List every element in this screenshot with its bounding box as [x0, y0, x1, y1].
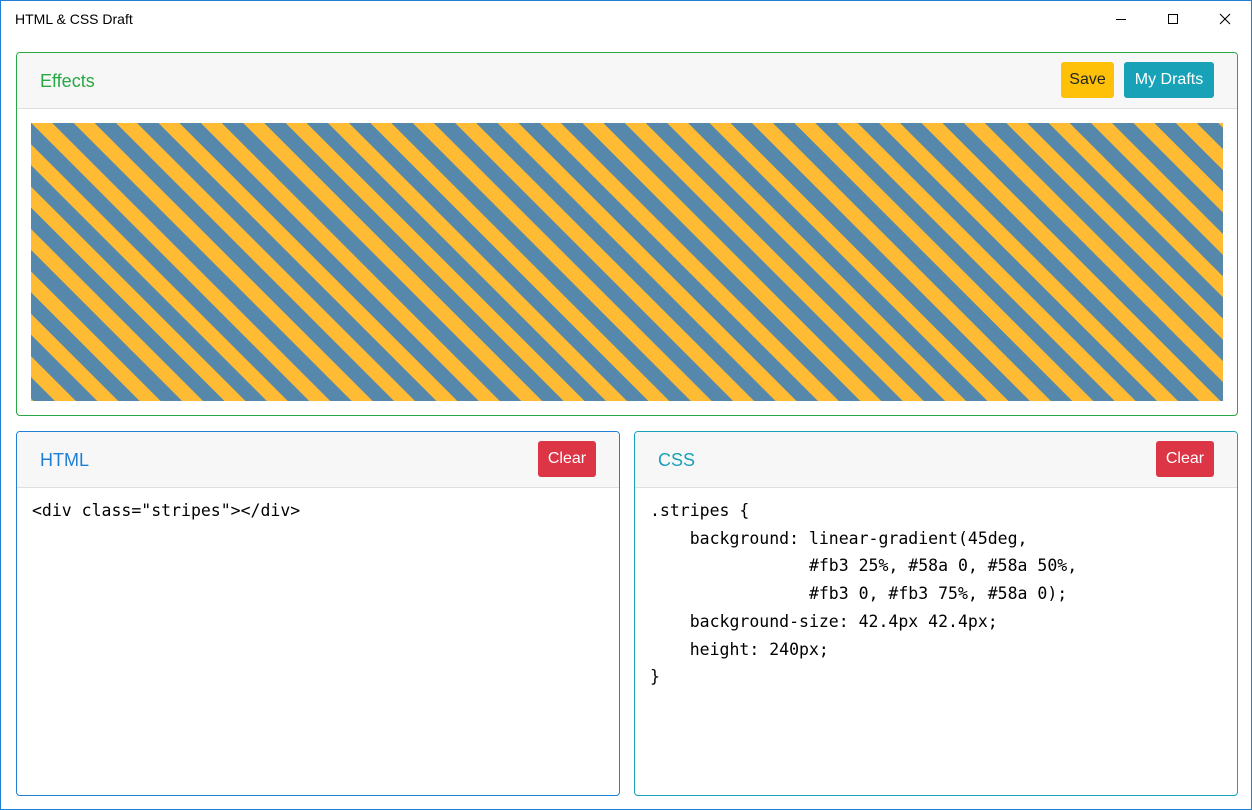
html-panel: HTML Clear <div class="stripes"></div>	[16, 431, 620, 796]
close-button[interactable]	[1199, 1, 1251, 37]
effects-panel: Effects Save My Drafts	[16, 52, 1238, 416]
save-button[interactable]: Save	[1061, 62, 1114, 98]
css-title: CSS	[658, 450, 696, 470]
stripes-preview	[31, 123, 1223, 401]
css-panel: CSS Clear .stripes { background: linear-…	[634, 431, 1238, 796]
app-window: HTML & CSS Draft Effects Save My Drafts …	[0, 0, 1252, 810]
css-header: CSS Clear	[635, 432, 1237, 488]
window-controls	[1095, 1, 1251, 37]
minimize-button[interactable]	[1095, 1, 1147, 37]
maximize-icon	[1168, 14, 1178, 24]
clear-css-button[interactable]: Clear	[1156, 441, 1214, 477]
effects-header: Effects Save My Drafts	[17, 53, 1237, 109]
minimize-icon	[1116, 19, 1126, 20]
window-title: HTML & CSS Draft	[15, 11, 133, 27]
clear-html-button[interactable]: Clear	[538, 441, 596, 477]
close-icon	[1219, 13, 1231, 25]
title-bar[interactable]: HTML & CSS Draft	[1, 1, 1251, 37]
my-drafts-button[interactable]: My Drafts	[1124, 62, 1214, 98]
html-title: HTML	[40, 450, 89, 470]
html-header: HTML Clear	[17, 432, 619, 488]
css-editor[interactable]: .stripes { background: linear-gradient(4…	[650, 497, 1222, 691]
effects-title: Effects	[40, 71, 95, 91]
maximize-button[interactable]	[1147, 1, 1199, 37]
html-editor[interactable]: <div class="stripes"></div>	[32, 497, 604, 525]
